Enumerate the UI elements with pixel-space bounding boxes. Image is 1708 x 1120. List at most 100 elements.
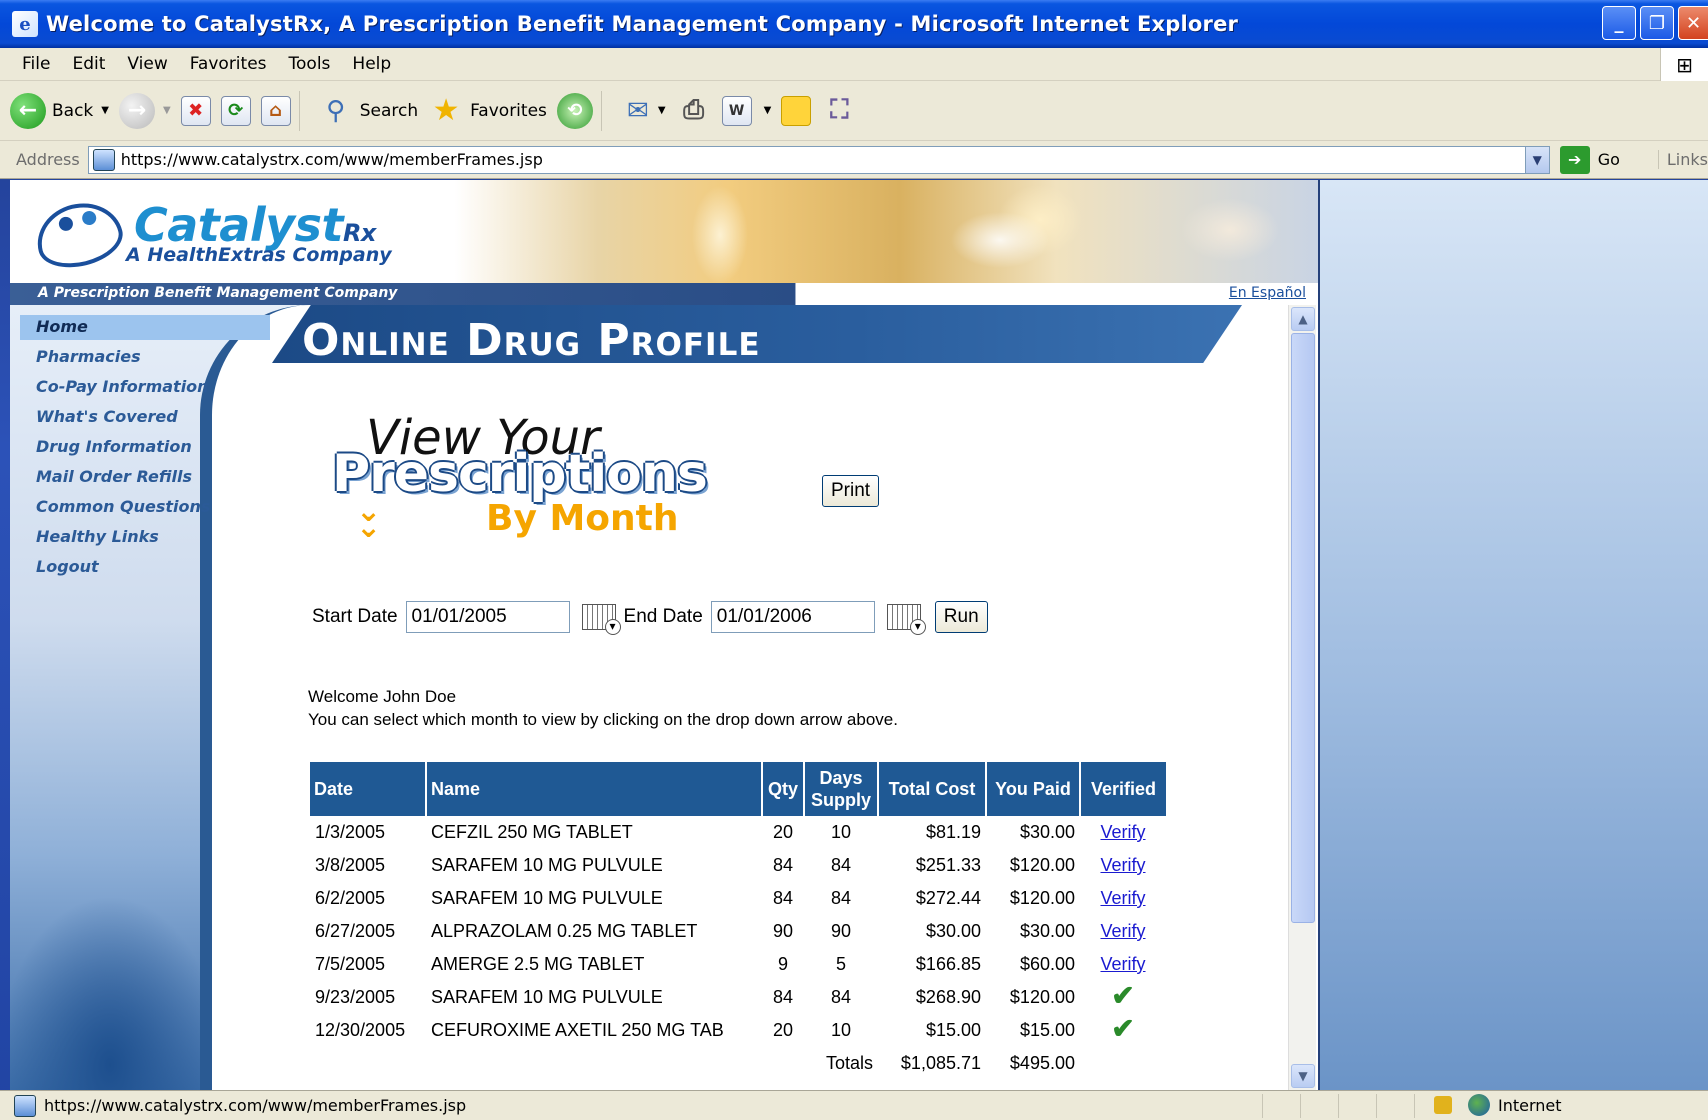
cell-total: $166.85 <box>915 954 981 974</box>
table-row: 12/30/2005 CEFUROXIME AXETIL 250 MG TAB … <box>310 1014 1166 1047</box>
address-dropdown-icon[interactable]: ▼ <box>1524 146 1549 173</box>
mail-dropdown-icon[interactable]: ▼ <box>658 105 666 116</box>
cell-paid: $120.00 <box>1009 855 1075 875</box>
window-title: Welcome to CatalystRx, A Prescription Be… <box>46 12 1239 36</box>
menu-help[interactable]: Help <box>352 54 391 74</box>
cell-total: $81.19 <box>925 822 981 842</box>
window-titlebar: e Welcome to CatalystRx, A Prescription … <box>0 0 1708 48</box>
verify-link[interactable]: Verify <box>1100 855 1145 875</box>
note-icon <box>781 95 812 126</box>
edit-word-button[interactable]: W ▼ <box>721 95 772 126</box>
forward-button[interactable]: → ▼ <box>118 92 171 129</box>
discuss-button[interactable] <box>781 95 812 126</box>
edit-dropdown-icon[interactable]: ▼ <box>764 105 772 116</box>
verify-link[interactable]: Verify <box>1100 921 1145 941</box>
mail-button[interactable]: ✉ ▼ <box>620 93 666 129</box>
col-you-paid: You Paid <box>986 762 1081 816</box>
menu-view[interactable]: View <box>127 54 167 74</box>
scroll-thumb[interactable] <box>1291 333 1315 923</box>
mail-icon: ✉ <box>626 95 649 126</box>
print-toolbar-button[interactable]: ⎙ <box>676 93 712 129</box>
research-button[interactable]: ⛶ <box>821 93 857 129</box>
cell-paid: $15.00 <box>1019 1020 1075 1040</box>
table-row: 6/2/2005 SARAFEM 10 MG PULVULE 84 84 $27… <box>310 882 1166 915</box>
forward-dropdown-icon[interactable]: ▼ <box>163 105 171 116</box>
stop-button[interactable]: ✖ <box>180 95 211 126</box>
history-icon: ⟲ <box>556 92 593 129</box>
menu-bar: File Edit View Favorites Tools Help ⊞ <box>0 48 1708 81</box>
home-button[interactable]: ⌂ <box>260 95 291 126</box>
history-button[interactable]: ⟲ <box>556 92 593 129</box>
verified-check-icon: ✔ <box>1111 979 1135 1011</box>
date-filter-row: Start Date 01/01/2005 End Date 01/01/200… <box>312 601 988 635</box>
menu-tools[interactable]: Tools <box>289 54 331 74</box>
end-date-input[interactable]: 01/01/2006 <box>710 601 875 633</box>
double-chevron-down-icon: ⌄ ⌄ <box>356 494 382 545</box>
status-divider <box>1414 1094 1415 1118</box>
totals-cost: $1,085.71 <box>900 1053 981 1073</box>
cell-verified: Verify <box>1080 882 1166 915</box>
cell-qty: 84 <box>772 987 794 1007</box>
home-icon: ⌂ <box>260 95 291 126</box>
run-button[interactable]: Run <box>934 601 988 633</box>
totals-spacer <box>1080 1047 1166 1080</box>
scroll-down-icon[interactable]: ▼ <box>1291 1064 1315 1088</box>
col-name: Name <box>426 762 763 816</box>
cell-date: 12/30/2005 <box>315 1020 406 1040</box>
col-total-cost: Total Cost <box>878 762 987 816</box>
end-calendar-icon[interactable] <box>886 604 926 635</box>
cell-date: 6/2/2005 <box>315 888 386 908</box>
refresh-button[interactable]: ⟳ <box>220 95 251 126</box>
verify-link[interactable]: Verify <box>1100 888 1145 908</box>
cell-qty: 84 <box>772 888 794 908</box>
start-date-label: Start Date <box>312 606 398 627</box>
search-button[interactable]: ⚲ Search <box>318 93 418 129</box>
cell-date: 6/27/2005 <box>315 921 396 941</box>
favorites-button[interactable]: ★ Favorites <box>428 93 547 129</box>
go-button[interactable]: ➔ Go <box>1559 145 1620 174</box>
cell-paid: $120.00 <box>1009 888 1075 908</box>
verify-link[interactable]: Verify <box>1100 822 1145 842</box>
research-icon: ⛶ <box>830 95 849 125</box>
windows-logo-icon: ⊞ <box>1660 48 1708 81</box>
cell-paid: $120.00 <box>1009 987 1075 1007</box>
back-dropdown-icon[interactable]: ▼ <box>101 105 109 116</box>
cell-paid: $30.00 <box>1019 822 1075 842</box>
close-button[interactable]: ✕ <box>1678 6 1708 40</box>
cell-name: CEFUROXIME AXETIL 250 MG TAB <box>431 1020 724 1040</box>
vertical-scrollbar[interactable]: ▲ ▼ <box>1288 305 1316 1090</box>
back-arrow-icon: ← <box>10 92 46 129</box>
menu-file[interactable]: File <box>22 54 50 74</box>
cell-total: $272.44 <box>915 888 981 908</box>
status-divider <box>1300 1094 1301 1118</box>
cell-verified: Verify <box>1080 915 1166 948</box>
col-days-line1: Days <box>819 768 863 788</box>
start-calendar-icon[interactable] <box>581 604 621 635</box>
verify-link[interactable]: Verify <box>1100 954 1145 974</box>
window-controls: _ ❐ ✕ <box>1602 6 1708 40</box>
menu-favorites[interactable]: Favorites <box>190 54 267 74</box>
cell-name: ALPRAZOLAM 0.25 MG TABLET <box>431 921 698 941</box>
minimize-button[interactable]: _ <box>1602 6 1636 40</box>
totals-label: Totals <box>825 1053 873 1073</box>
table-row: 7/5/2005 AMERGE 2.5 MG TABLET 9 5 $166.8… <box>310 948 1166 981</box>
print-button[interactable]: Print <box>822 475 880 507</box>
security-zone: Internet <box>1468 1094 1562 1116</box>
address-input[interactable]: https://www.catalystrx.com/www/memberFra… <box>87 145 1550 174</box>
view-prescriptions-title-graphic: View Your Prescriptions ⌄ ⌄ By Month <box>326 410 776 545</box>
cell-verified: ✔ <box>1080 981 1166 1014</box>
menu-edit[interactable]: Edit <box>72 54 105 74</box>
col-verified: Verified <box>1080 762 1166 816</box>
cell-date: 9/23/2005 <box>315 987 396 1007</box>
zone-label: Internet <box>1498 1095 1562 1115</box>
restore-button[interactable]: ❐ <box>1640 6 1674 40</box>
col-date: Date <box>310 762 427 816</box>
col-days-supply: Days Supply <box>804 762 879 816</box>
links-toolbar[interactable]: Links <box>1657 150 1708 169</box>
scroll-up-icon[interactable]: ▲ <box>1291 307 1315 331</box>
status-divider <box>1376 1094 1377 1118</box>
start-date-input[interactable]: 01/01/2005 <box>405 601 570 633</box>
word-edit-icon: W <box>721 95 752 126</box>
back-button[interactable]: ← Back ▼ <box>10 92 109 129</box>
refresh-icon: ⟳ <box>220 95 251 126</box>
